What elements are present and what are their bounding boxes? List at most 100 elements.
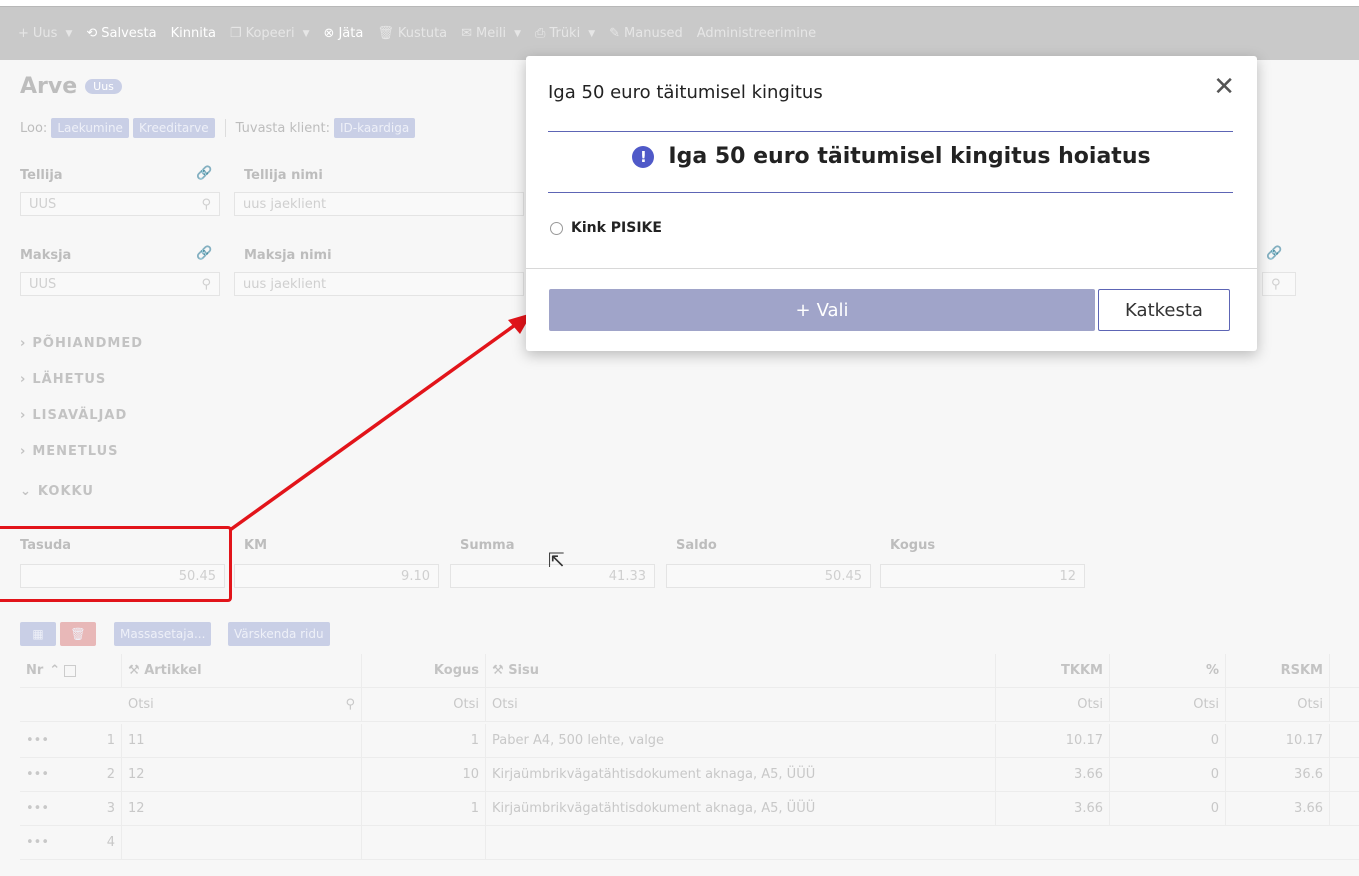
row-menu-icon[interactable]: ••• (26, 801, 49, 816)
artikkel-search-input[interactable]: Otsi ⚲ (122, 688, 362, 721)
header-artikkel[interactable]: ⚒ Artikkel (122, 654, 362, 687)
print-button[interactable]: ⎙ Trüki ▼ (535, 26, 595, 41)
row-sisu: Paber A4, 500 lehte, valge (486, 724, 996, 757)
section-kokku[interactable]: ⌄ KOKKU (20, 484, 94, 499)
gift-option[interactable]: Kink PISIKE (550, 220, 662, 236)
km-label: KM (244, 538, 268, 553)
mail-icon: ✉ (461, 26, 473, 41)
section-menetlus[interactable]: › MENETLUS (20, 444, 119, 459)
table-row[interactable]: ••• 4 (20, 826, 1359, 860)
row-kogus: 10 (362, 758, 486, 791)
row-nr: ••• 2 (20, 758, 122, 791)
search-icon: ⚲ (1271, 276, 1281, 292)
header-sisu[interactable]: ⚒ Sisu (486, 654, 996, 687)
row-tkkm: 3.66 (996, 758, 1110, 791)
table-row[interactable]: ••• 1 11 1 Paber A4, 500 lehte, valge 10.… (20, 724, 1359, 758)
print-icon: ⎙ (535, 26, 546, 41)
chevron-down-icon: ▼ (65, 28, 73, 39)
save-icon: ⟲ (86, 26, 98, 41)
sisu-search-input[interactable]: Otsi (486, 688, 996, 721)
section-pohiandmed[interactable]: › PÕHIANDMED (20, 336, 143, 351)
grid-view-button[interactable]: ▦ (20, 622, 56, 646)
table-header: Nr ⌃ ⚒ Artikkel Kogus ⚒ Sisu TKKM % RSKM (20, 654, 1359, 688)
saldo-label: Saldo (676, 538, 717, 553)
row-kogus: 1 (362, 792, 486, 825)
tellija-label: Tellija (20, 168, 63, 183)
plus-icon: + (18, 26, 29, 41)
select-all-checkbox[interactable] (64, 664, 77, 677)
new-button[interactable]: + Uus ▼ (18, 26, 72, 41)
chevron-down-icon: ▼ (302, 28, 310, 39)
header-nr[interactable]: Nr ⌃ (20, 654, 122, 687)
chevron-down-icon: ⌄ (20, 484, 32, 499)
maksja-input[interactable]: UUS ⚲ (20, 272, 220, 296)
link-icon[interactable]: 🔗 (196, 166, 212, 181)
wrench-icon: ⚒ (492, 663, 504, 678)
header-tkkm[interactable]: TKKM (996, 654, 1110, 687)
admin-button[interactable]: Administreerimine (697, 26, 816, 41)
row-rskm: 36.6 (1226, 758, 1330, 791)
kogus-search-input[interactable]: Otsi (362, 688, 486, 721)
row-menu-icon[interactable]: ••• (26, 767, 49, 782)
confirm-button[interactable]: Kinnita (171, 26, 216, 41)
row-menu-icon[interactable]: ••• (26, 733, 49, 748)
row-kogus (362, 826, 486, 859)
leave-button[interactable]: ⊗ Jäta (324, 26, 364, 41)
close-icon[interactable]: ✕ (1213, 74, 1235, 100)
select-button[interactable]: + Vali (549, 289, 1095, 331)
row-menu-icon[interactable]: ••• (26, 835, 49, 850)
link-icon[interactable]: 🔗 (1266, 246, 1282, 261)
save-button[interactable]: ⟲ Salvesta (86, 26, 156, 41)
search-button[interactable]: ⚲ (1262, 272, 1296, 296)
maksja-nimi-input[interactable]: uus jaeklient (234, 272, 524, 296)
row-nr: ••• 3 (20, 792, 122, 825)
rskm-search-input[interactable]: Otsi (1226, 688, 1330, 721)
row-artikkel: 11 (122, 724, 362, 757)
search-icon[interactable]: ⚲ (201, 197, 211, 212)
grid-delete-button[interactable]: 🗑 (60, 622, 96, 646)
warning-icon: ! (632, 145, 655, 168)
search-icon[interactable]: ⚲ (201, 277, 211, 292)
chevron-right-icon: › (20, 444, 27, 459)
tellija-nimi-input[interactable]: uus jaeklient (234, 192, 524, 216)
laekumine-button[interactable]: Laekumine (51, 118, 129, 138)
mail-button[interactable]: ✉ Meili ▼ (461, 26, 521, 41)
row-pct: 0 (1110, 724, 1226, 757)
header-pct[interactable]: % (1110, 654, 1226, 687)
grid-icon: ▦ (32, 627, 44, 641)
header-kogus[interactable]: Kogus (362, 654, 486, 687)
wrench-icon: ⚒ (128, 663, 140, 678)
tellija-input[interactable]: UUS ⚲ (20, 192, 220, 216)
gift-radio[interactable] (550, 221, 563, 235)
massasetaja-button[interactable]: Massasetaja... (114, 622, 212, 646)
km-field: 9.10 (234, 564, 439, 588)
cancel-button[interactable]: Katkesta (1098, 289, 1230, 331)
refresh-rows-button[interactable]: Värskenda ridu (228, 622, 330, 646)
attachment-icon: ✎ (609, 26, 621, 41)
summa-label: Summa (460, 538, 515, 553)
id-card-button[interactable]: ID-kaardiga (333, 118, 416, 138)
divider (224, 119, 226, 137)
copy-button[interactable]: ❐ Kopeeri ▼ (230, 26, 310, 41)
attachments-button[interactable]: ✎ Manused (609, 26, 683, 41)
pct-search-input[interactable]: Otsi (1110, 688, 1226, 721)
table-row[interactable]: ••• 3 12 1 Kirjaümbrikvägatähtisdokument … (20, 792, 1359, 826)
section-lisavaljad[interactable]: › LISAVÄLJAD (20, 408, 127, 423)
header-rskm[interactable]: RSKM (1226, 654, 1330, 687)
section-lahetus[interactable]: › LÄHETUS (20, 372, 106, 387)
dialog-divider (548, 131, 1233, 132)
kreeditarve-button[interactable]: Kreeditarve (132, 118, 215, 138)
tkkm-search-input[interactable]: Otsi (996, 688, 1110, 721)
maksja-nimi-label: Maksja nimi (244, 248, 332, 263)
link-icon[interactable]: 🔗 (196, 246, 212, 261)
tellija-nimi-label: Tellija nimi (244, 168, 323, 183)
chevron-right-icon: › (20, 336, 27, 351)
row-tkkm: 10.17 (996, 724, 1110, 757)
saldo-field: 50.45 (666, 564, 871, 588)
row-artikkel: 12 (122, 758, 362, 791)
table-row[interactable]: ••• 2 12 10 Kirjaümbrikvägatähtisdokument… (20, 758, 1359, 792)
delete-button[interactable]: 🗑 Kustuta (377, 26, 447, 41)
toolbar: + Uus ▼ ⟲ Salvesta Kinnita ❐ Kopeeri ▼ ⊗ Jäta … (0, 6, 1359, 60)
row-rskm: 10.17 (1226, 724, 1330, 757)
gift-dialog: Iga 50 euro täitumisel kingitus ✕ ! Iga … (526, 56, 1257, 351)
